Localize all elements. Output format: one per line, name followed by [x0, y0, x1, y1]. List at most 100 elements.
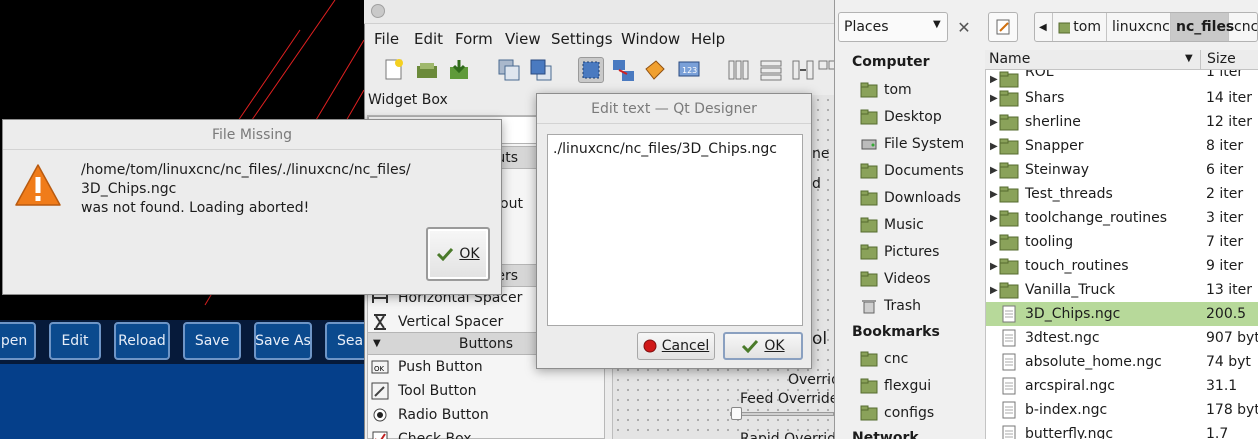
place-label: cnc	[884, 351, 909, 367]
expander-arrow-icon[interactable]: ▶	[990, 261, 998, 272]
edit-buddies-icon[interactable]	[642, 57, 668, 83]
cancel-label: Cancel	[661, 338, 710, 354]
expander-arrow-icon[interactable]: ▶	[990, 141, 998, 152]
breadcrumb-linuxcnc[interactable]: linuxcnc	[1107, 13, 1171, 41]
expander-arrow-icon[interactable]: ▶	[990, 237, 998, 248]
column-name[interactable]: Name	[989, 51, 1030, 67]
reload-button-label: Reload	[118, 333, 166, 349]
file-row[interactable]: 3D_Chips.ngc 200.5	[986, 302, 1258, 326]
place-item[interactable]: flexgui	[860, 375, 931, 397]
expander-arrow-icon[interactable]: ▶	[990, 93, 998, 104]
layout-item-partial[interactable]: out	[500, 196, 523, 212]
place-item[interactable]: Desktop	[860, 106, 942, 128]
expander-arrow-icon[interactable]: ▶	[990, 165, 998, 176]
widget-tool-button[interactable]: Tool Button	[368, 379, 604, 402]
place-item[interactable]: tom	[860, 79, 912, 101]
expander-arrow-icon[interactable]: ▶	[990, 285, 998, 296]
menu-help[interactable]: Help	[691, 30, 725, 48]
feed-override-slider[interactable]	[730, 412, 834, 416]
folder-row[interactable]: ▶ touch_routines 9 iter	[986, 254, 1258, 278]
folder-row[interactable]: ▶ tooling 7 iter	[986, 230, 1258, 254]
new-form-icon[interactable]	[381, 57, 407, 83]
search-button[interactable]: Sear	[325, 322, 369, 360]
save-as-button[interactable]: Save As	[254, 322, 312, 360]
expander-arrow-icon[interactable]: ▶	[990, 117, 998, 128]
layout-horizontal-icon[interactable]	[726, 57, 752, 83]
place-item[interactable]: Music	[860, 214, 924, 236]
open-button[interactable]: pen	[0, 322, 36, 360]
edit-location-button[interactable]	[988, 12, 1018, 42]
edit-tab-order-icon[interactable]: 123	[676, 57, 702, 83]
cancel-button[interactable]: Cancel	[637, 332, 715, 360]
place-item[interactable]: Pictures	[860, 241, 939, 263]
edit-widgets-icon[interactable]	[578, 57, 604, 83]
warning-icon	[14, 162, 62, 208]
column-size[interactable]: Size	[1207, 51, 1236, 67]
expander-arrow-icon[interactable]: ▶	[990, 74, 998, 85]
file-row[interactable]: absolute_home.ngc 74 byt	[986, 350, 1258, 374]
text-editor[interactable]: ./linuxcnc/nc_files/3D_Chips.ngc	[547, 134, 803, 326]
place-item[interactable]: cnc	[860, 348, 908, 370]
folder-row[interactable]: ▶ Snapper 8 iter	[986, 134, 1258, 158]
places-label: Places	[844, 19, 889, 35]
file-row[interactable]: 3dtest.ngc 907 byt	[986, 326, 1258, 350]
save-as-button-label: Save As	[255, 333, 311, 349]
svg-text:OK: OK	[374, 365, 385, 373]
breadcrumb-cnc[interactable]: cnc_	[1229, 13, 1257, 41]
layout-grid-icon[interactable]	[816, 57, 834, 83]
place-item[interactable]: File System	[860, 133, 964, 155]
place-item[interactable]: Videos	[860, 268, 931, 290]
widget-box-title: Widget Box	[368, 92, 448, 108]
feed-override-slider-handle[interactable]	[731, 407, 742, 420]
open-form-icon[interactable]	[414, 57, 440, 83]
folder-row[interactable]: ▶ Vanilla_Truck 13 iter	[986, 278, 1258, 302]
reload-button[interactable]: Reload	[114, 322, 170, 360]
file-row[interactable]: arcspiral.ngc 31.1	[986, 374, 1258, 398]
menu-file[interactable]: File	[374, 30, 399, 48]
folder-row[interactable]: ▶ Shars 14 iter	[986, 86, 1258, 110]
save-form-icon[interactable]	[446, 57, 472, 83]
dialog-title: File Missing	[3, 120, 501, 150]
edit-text-ok-button[interactable]: OK	[723, 332, 803, 360]
folder-row[interactable]: ▶ Steinway 6 iter	[986, 158, 1258, 182]
place-item[interactable]: Documents	[860, 160, 964, 182]
place-item[interactable]: Trash	[860, 295, 921, 317]
layout-splitter-icon[interactable]	[790, 57, 816, 83]
menu-window[interactable]: Window	[621, 30, 680, 48]
menu-view[interactable]: View	[505, 30, 541, 48]
file-missing-ok-button[interactable]: OK	[426, 227, 490, 281]
send-back-icon[interactable]	[496, 57, 522, 83]
place-item[interactable]: Downloads	[860, 187, 961, 209]
close-icon[interactable]: ✕	[951, 12, 977, 42]
folder-row[interactable]: ▶ sherline 12 iter	[986, 110, 1258, 134]
column-divider[interactable]	[1200, 50, 1201, 70]
close-window-icon[interactable]	[371, 4, 385, 18]
category-buttons-label: Buttons	[458, 335, 514, 352]
file-size: 907 byt	[1206, 330, 1258, 346]
edit-button[interactable]: Edit	[49, 322, 101, 360]
vertical-spacer-icon	[371, 313, 389, 331]
widget-radio-button[interactable]: Radio Button	[368, 403, 604, 426]
save-button[interactable]: Save	[183, 322, 241, 360]
menu-settings[interactable]: Settings	[551, 30, 613, 48]
breadcrumb-nc-files[interactable]: nc_files	[1171, 13, 1234, 41]
bring-front-icon[interactable]	[528, 57, 554, 83]
file-row[interactable]: butterfly.ngc 1.7	[986, 422, 1258, 439]
places-dropdown[interactable]: Places ▼	[838, 12, 948, 42]
layout-vertical-icon[interactable]	[758, 57, 784, 83]
folder-row[interactable]: ▶ Test_threads 2 iter	[986, 182, 1258, 206]
file-row[interactable]: b-index.ngc 178 byt	[986, 398, 1258, 422]
ok-label: OK	[764, 338, 785, 354]
menu-form[interactable]: Form	[455, 30, 493, 48]
place-item[interactable]: configs	[860, 402, 934, 424]
breadcrumb-tom[interactable]: tom	[1053, 13, 1107, 41]
sort-down-icon[interactable]: ▼	[1185, 53, 1193, 64]
expander-arrow-icon[interactable]: ▶	[990, 213, 998, 224]
folder-row[interactable]: ▶ toolchange_routines 3 iter	[986, 206, 1258, 230]
widget-check-box[interactable]: Check Box	[368, 427, 604, 439]
expander-arrow-icon[interactable]: ▶	[990, 189, 998, 200]
menu-edit[interactable]: Edit	[414, 30, 443, 48]
file-size: 6 iter	[1206, 162, 1244, 178]
breadcrumb-back-icon[interactable]: ◀	[1035, 13, 1053, 41]
edit-signals-icon[interactable]	[610, 57, 636, 83]
